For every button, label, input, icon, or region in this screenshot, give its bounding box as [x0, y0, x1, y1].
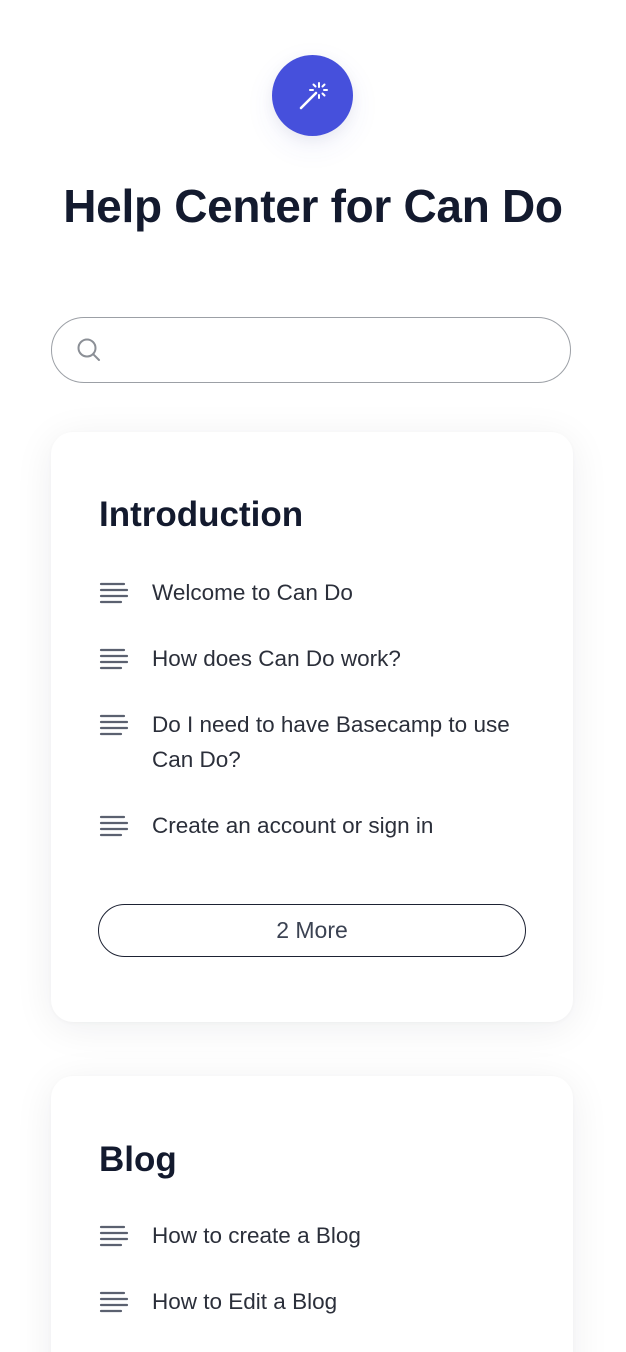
document-lines-icon — [99, 714, 129, 736]
article-list: Welcome to Can Do How does Can Do work? — [99, 575, 529, 874]
document-lines-icon — [99, 1225, 129, 1247]
document-lines-icon — [99, 815, 129, 837]
magic-wand-icon — [299, 81, 328, 109]
category-title: Introduction — [99, 495, 304, 534]
article-label: How to create a Blog — [152, 1223, 361, 1248]
article-label: Create an account or sign in — [152, 813, 434, 838]
article-link[interactable]: Welcome to Can Do — [99, 575, 529, 610]
article-link[interactable]: How to create a Blog — [99, 1218, 529, 1253]
document-lines-icon — [99, 582, 129, 604]
logo[interactable] — [272, 55, 353, 136]
article-link[interactable]: How to Edit a Blog — [99, 1284, 529, 1319]
category-title: Blog — [99, 1140, 177, 1179]
category-card-introduction: Introduction Welcome to Can Do How does … — [51, 432, 573, 1022]
article-label: How to Edit a Blog — [152, 1289, 338, 1314]
article-label: Do I need to have Basecamp to use Can Do… — [152, 712, 510, 772]
search-box[interactable] — [51, 317, 571, 383]
page-title: Help Center for Can Do — [63, 180, 563, 232]
help-center-page: Help Center for Can Do Introduction Welc… — [0, 0, 626, 1352]
article-list: How to create a Blog How to Edit a Blog — [99, 1218, 529, 1350]
article-label: How does Can Do work? — [152, 646, 401, 671]
article-link[interactable]: Create an account or sign in — [99, 808, 529, 843]
document-lines-icon — [99, 648, 129, 670]
category-card-blog: Blog How to create a Blog How to Edit a … — [51, 1076, 573, 1352]
article-link[interactable]: Do I need to have Basecamp to use Can Do… — [99, 707, 529, 777]
search-icon — [77, 338, 100, 361]
article-label: Welcome to Can Do — [152, 580, 353, 605]
document-lines-icon — [99, 1291, 129, 1313]
article-link[interactable]: How does Can Do work? — [99, 641, 529, 676]
more-articles-button[interactable]: 2 More — [98, 904, 526, 957]
search-input[interactable] — [116, 328, 550, 374]
